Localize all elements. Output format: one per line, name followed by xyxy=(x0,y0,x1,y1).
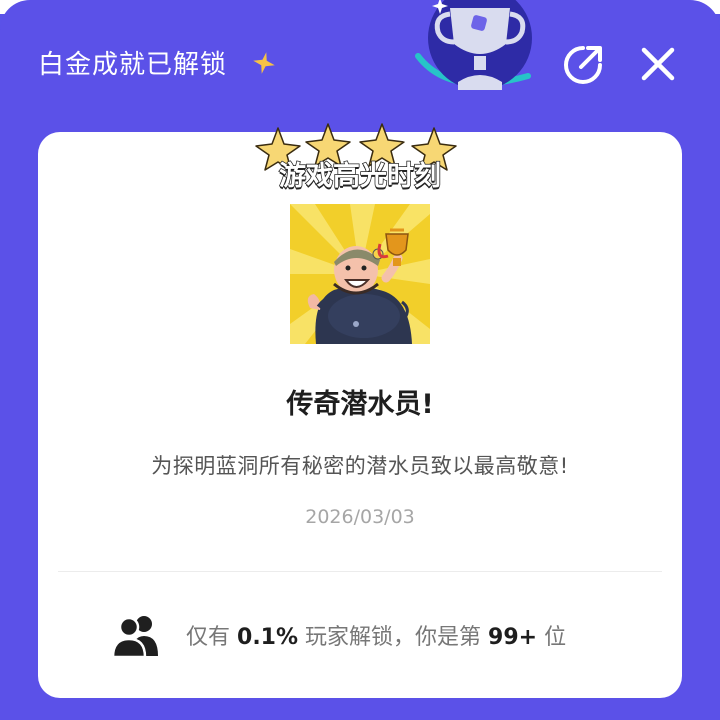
sparkle-icon xyxy=(253,52,275,74)
stat-prefix: 仅有 xyxy=(186,625,231,650)
share-button[interactable] xyxy=(560,42,606,88)
close-button[interactable] xyxy=(636,42,680,86)
users-icon xyxy=(112,616,158,658)
achievement-title: 传奇潜水员! xyxy=(286,389,434,420)
unlock-stat: 仅有 0.1% 玩家解锁，你是第 99+ 位 xyxy=(186,619,566,651)
achievement-image xyxy=(290,204,430,344)
unlock-date: 2026/03/03 xyxy=(305,506,415,528)
highlight-label: 游戏高光时刻 xyxy=(278,160,442,193)
stat-middle: 玩家解锁，你是第 xyxy=(305,625,482,650)
trophy-icon xyxy=(415,0,532,90)
achievement-modal: 白金成就已解锁 游戏高光时刻 传奇潜水员! 为探明蓝洞所有秘密的潜水员致以最高敬… xyxy=(0,0,720,720)
achievement-description: 为探明蓝洞所有秘密的潜水员致以最高敬意! xyxy=(151,454,569,478)
modal-title: 白金成就已解锁 xyxy=(38,50,228,80)
stat-suffix: 位 xyxy=(544,625,567,650)
page: 白金成就已解锁 游戏高光时刻 传奇潜水员! 为探明蓝洞所有秘密的潜水员致以最高敬… xyxy=(0,0,720,720)
divider xyxy=(58,571,662,572)
player-rank: 99+ xyxy=(488,625,538,650)
unlock-percent: 0.1% xyxy=(237,625,299,650)
